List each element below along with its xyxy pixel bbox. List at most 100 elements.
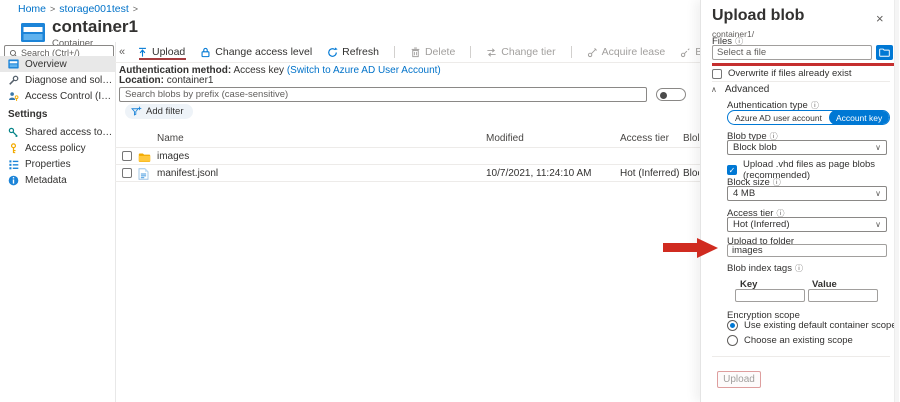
sidebar-item-properties[interactable]: Properties [0,156,115,172]
lock-icon [200,47,211,58]
tag-value-input[interactable] [808,289,878,302]
chevron-down-icon: ∨ [875,143,881,152]
advanced-section-toggle[interactable]: ∧ Advanced [711,84,769,95]
row-checkbox[interactable] [122,168,132,178]
chevron-down-icon: ∨ [875,189,881,198]
radio-unselected[interactable] [727,335,738,346]
token-key-icon [8,127,19,138]
auth-option-account-key[interactable]: Account key [829,110,889,125]
show-deleted-blobs-toggle[interactable] [656,88,686,101]
blob-name-link[interactable]: manifest.jsonl [157,168,218,179]
close-icon[interactable]: × [876,11,884,26]
table-row[interactable]: images [115,148,700,165]
key-icon [8,143,19,154]
info-tooltip-icon[interactable]: ⓘ [811,101,819,110]
auth-method-value: Access key [233,65,284,76]
sidebar-item-metadata[interactable]: Metadata [0,172,115,188]
tag-key-input[interactable] [735,289,805,302]
page-title: container1 [52,17,138,37]
blob-type-select[interactable]: Block blob ∨ [727,140,887,155]
location-label: Location: [119,75,164,86]
toolbar-label: Acquire lease [602,46,666,58]
browse-files-button[interactable] [876,45,893,60]
toolbar-label: Change access level [215,46,312,58]
add-filter-button[interactable]: Add filter [125,104,193,119]
change-access-level-button[interactable]: Change access level [200,46,312,58]
encryption-option-existing[interactable]: Choose an existing scope [727,335,853,346]
block-size-select[interactable]: 4 MB ∨ [727,186,887,201]
overview-icon [8,59,19,69]
blob-type-value: Block blob [733,142,777,153]
breadcrumb-separator: > [50,4,55,14]
add-filter-label: Add filter [146,106,184,117]
wrench-icon [8,75,19,86]
azure-portal-page: Home>storage001test> container1 … Contai… [0,0,900,402]
sidebar-item-label: Access Control (IAM) [25,91,115,102]
toolbar-label: Upload [152,46,185,58]
panel-scrollbar[interactable] [894,0,899,402]
blob-search-input[interactable]: Search blobs by prefix (case-sensitive) [119,87,647,102]
breadcrumb-separator: > [133,4,138,14]
table-row[interactable]: manifest.jsonl 10/7/2021, 11:24:10 AM Ho… [115,165,700,182]
browse-folder-icon [879,48,890,57]
blob-index-tags-label-text: Blob index tags [727,263,792,274]
sidebar-item-label: Overview [25,59,67,70]
file-select-input[interactable] [712,45,872,60]
toolbar-divider [470,46,471,58]
sidebar-item-shared-access-tokens[interactable]: Shared access tokens [0,124,115,140]
panel-divider [712,81,890,82]
swap-arrows-icon [486,47,497,58]
cell-modified: 10/7/2021, 11:24:10 AM [486,168,591,179]
upload-button[interactable]: Upload [137,46,185,58]
panel-divider [712,356,890,357]
sidebar-item-label: Shared access tokens [25,127,115,138]
column-header-modified[interactable]: Modified [486,133,524,144]
column-header-blob-type[interactable]: Blob type [683,133,699,144]
access-tier-select[interactable]: Hot (Inferred) ∨ [727,217,887,232]
refresh-button[interactable]: Refresh [327,46,379,58]
column-header-access-tier[interactable]: Access tier [620,133,669,144]
upload-to-folder-input[interactable] [727,244,887,257]
change-tier-button[interactable]: Change tier [486,46,555,58]
overwrite-checkbox-row[interactable]: Overwrite if files already exist [712,68,852,79]
chevron-up-icon: ∧ [711,85,717,94]
blob-search-placeholder: Search blobs by prefix (case-sensitive) [125,89,288,100]
sidebar-item-label: Metadata [25,175,67,186]
breadcrumb: Home > storage001test > [18,3,142,15]
breadcrumb-storage-link[interactable]: storage001test [59,3,128,15]
filter-plus-icon [131,106,142,117]
breadcrumb-home-link[interactable]: Home [18,3,46,15]
toolbar-label: Delete [425,46,455,58]
trash-icon [410,47,421,58]
overwrite-checkbox[interactable] [712,69,722,79]
info-tooltip-icon[interactable]: ⓘ [795,264,803,273]
location-value: container1 [167,75,214,86]
delete-button[interactable]: Delete [410,46,455,58]
annotation-arrow-head [697,238,718,258]
sidebar-collapse-button[interactable]: « [119,46,125,58]
panel-upload-button[interactable]: Upload [717,371,761,388]
row-checkbox[interactable] [122,151,132,161]
acquire-lease-button[interactable]: Acquire lease [587,46,666,58]
access-tier-value: Hot (Inferred) [733,219,790,230]
break-lease-icon [680,47,691,58]
blob-name-link[interactable]: images [157,151,189,162]
toolbar-label: Refresh [342,46,379,58]
context-menu-button[interactable]: … [110,20,123,34]
sidebar-item-diagnose[interactable]: Diagnose and solve problems [0,72,115,88]
sidebar-section-settings: Settings [0,104,115,124]
sidebar-item-overview[interactable]: Overview [0,56,115,72]
switch-auth-link[interactable]: (Switch to Azure AD User Account) [287,65,441,76]
toolbar-divider [394,46,395,58]
encryption-option-default[interactable]: Use existing default container scope [727,320,897,331]
people-key-icon [8,91,19,102]
auth-option-aad[interactable]: Azure AD user account [728,110,829,125]
vhd-checkbox[interactable]: ✓ [727,165,737,175]
cell-blob-type: Block blob [683,168,699,179]
sidebar-item-access-control[interactable]: Access Control (IAM) [0,88,115,104]
column-header-name[interactable]: Name [157,133,184,144]
sidebar-item-access-policy[interactable]: Access policy [0,140,115,156]
refresh-icon [327,47,338,58]
radio-selected[interactable] [727,320,738,331]
block-size-value: 4 MB [733,188,755,199]
